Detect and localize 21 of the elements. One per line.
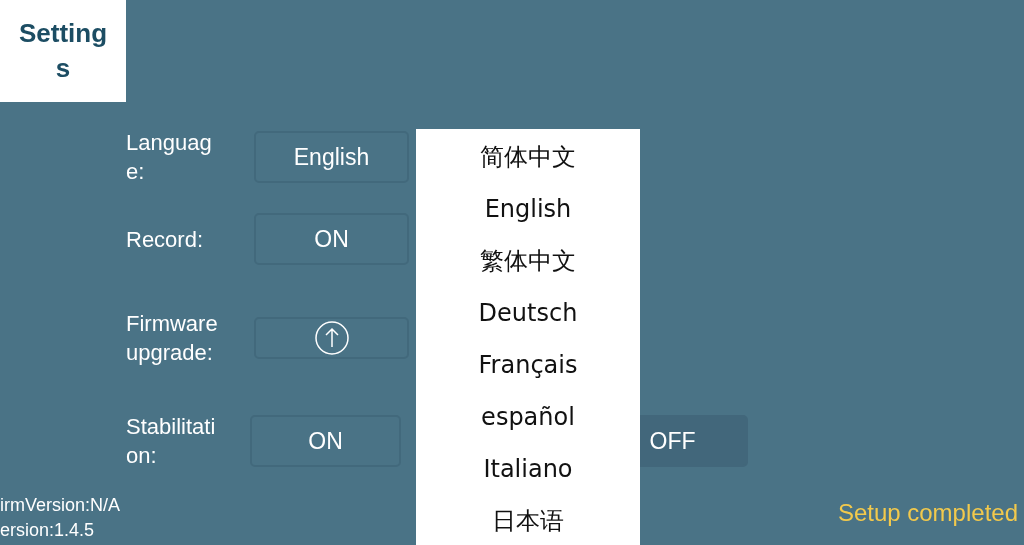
upgrade-button[interactable] [254,317,409,359]
language-option[interactable]: español [481,391,575,443]
setting-button[interactable]: English [254,131,409,183]
language-option[interactable]: Italiano [483,443,573,495]
setting-label: Record: [126,225,205,254]
language-option[interactable]: English [484,183,572,235]
version-text: ersion:1.4.5 [0,519,96,542]
upload-icon [314,321,349,355]
language-option[interactable]: 繁体中文 [480,235,576,287]
setting-label: Stabilitation: [126,413,217,470]
version-text: irmVersion:N/A [0,494,121,517]
language-option[interactable]: 简体中文 [480,131,576,183]
page-title: Settings [17,17,109,85]
language-option[interactable]: Français [478,339,578,391]
setting-label: Firmware upgrade: [126,310,219,367]
language-option[interactable]: 日本语 [492,495,564,545]
option-button[interactable]: ON [250,415,401,467]
setting-label: Language: [126,129,213,186]
language-option[interactable]: Deutsch [478,287,578,339]
setting-button[interactable]: ON [254,213,409,265]
status-message: Setup completed [837,499,1018,527]
